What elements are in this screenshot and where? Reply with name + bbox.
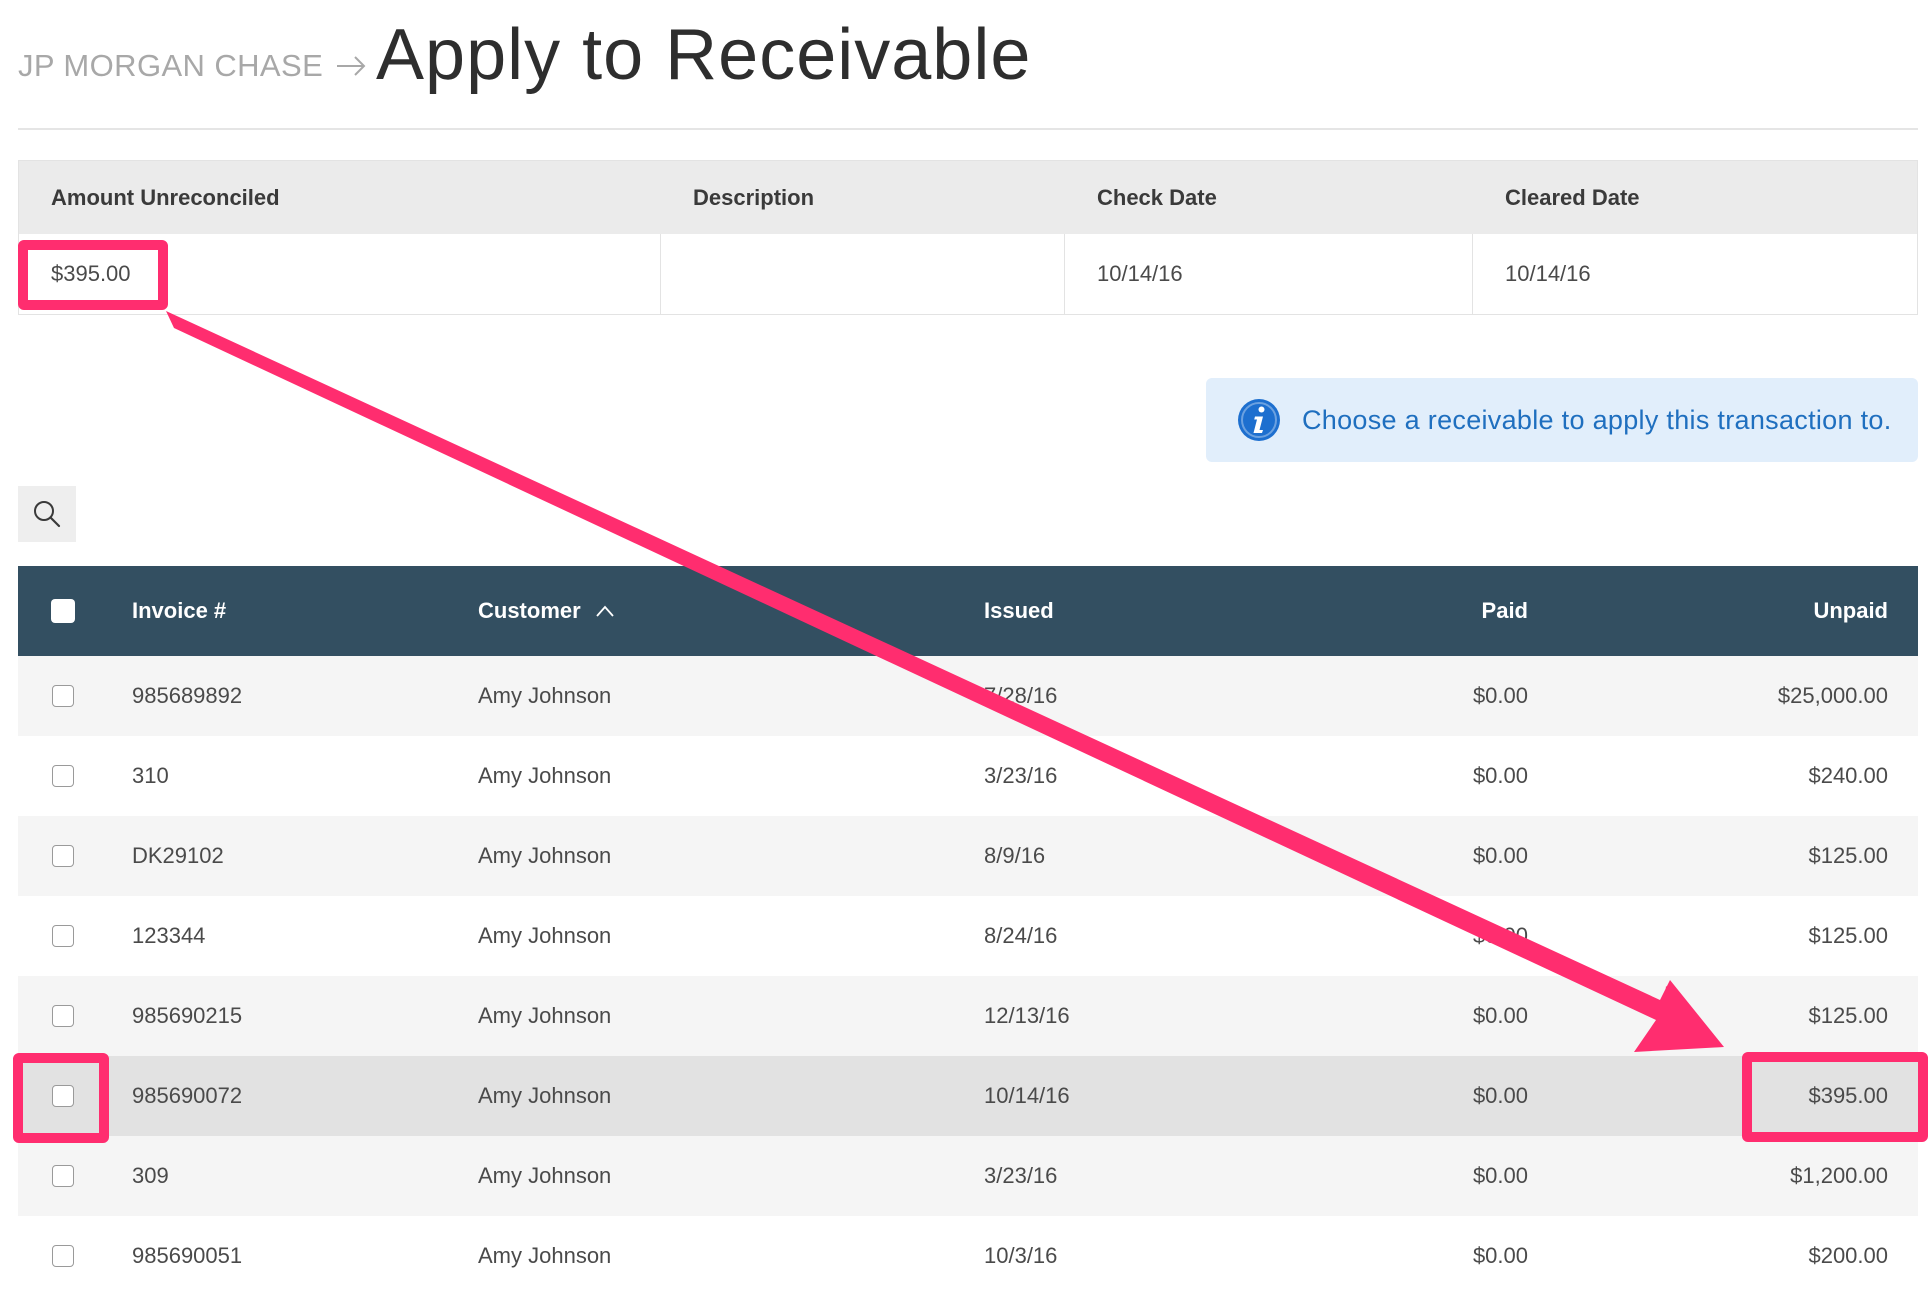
row-checkbox-cell — [48, 816, 78, 896]
unpaid-amount-cell: $240.00 — [1808, 763, 1888, 788]
paid-amount-cell: $0.00 — [1472, 923, 1528, 948]
issued-date-cell: 7/28/16 — [984, 683, 1058, 708]
header-divider — [18, 128, 1918, 130]
issued-column-header[interactable]: Issued — [984, 566, 1054, 656]
search-icon — [34, 501, 61, 528]
description-value — [661, 234, 1065, 314]
table-row[interactable]: 985690051 Amy Johnson 10/3/16 $0.00 $200.00 — [18, 1216, 1918, 1296]
issued-date-cell: 10/3/16 — [984, 1243, 1058, 1268]
issued-date-cell: 8/9/16 — [984, 843, 1046, 868]
customer-cell: Amy Johnson — [478, 1003, 612, 1028]
table-row[interactable]: 985689892 Amy Johnson 7/28/16 $0.00 $25,000.… — [18, 656, 1918, 736]
row-checkbox[interactable] — [52, 1165, 74, 1187]
invoice-number-cell: 985689892 — [132, 683, 243, 708]
issued-date-cell: 10/14/16 — [984, 1083, 1070, 1108]
invoice-number-cell: 985690215 — [132, 1003, 243, 1028]
table-row[interactable]: 123344 Amy Johnson 8/24/16 $0.00 $125.00 — [18, 896, 1918, 976]
select-all-checkbox[interactable] — [51, 599, 75, 623]
invoice-number-cell: 310 — [132, 763, 169, 788]
invoice-number-cell: DK29102 — [132, 843, 224, 868]
issued-date-cell: 12/13/16 — [984, 1003, 1070, 1028]
chevron-up-icon — [596, 605, 614, 617]
customer-column-header[interactable]: Customer — [478, 566, 615, 656]
row-checkbox-cell — [48, 896, 78, 976]
customer-cell: Amy Johnson — [478, 1243, 612, 1268]
info-banner: Choose a receivable to apply this transa… — [1206, 378, 1918, 462]
table-row[interactable]: 985690072 Amy Johnson 10/14/16 $0.00 $395.00 — [18, 1056, 1918, 1136]
unpaid-amount-cell: $125.00 — [1808, 923, 1888, 948]
description-header: Description — [693, 184, 815, 210]
invoice-column-header[interactable]: Invoice # — [132, 566, 226, 656]
customer-column-label: Customer — [478, 598, 581, 623]
paid-column-header[interactable]: Paid — [1482, 566, 1528, 656]
select-all-checkbox-cell — [48, 566, 78, 656]
check-date-header: Check Date — [1097, 184, 1217, 210]
info-message: Choose a receivable to apply this transa… — [1302, 404, 1892, 435]
issued-date-cell: 3/23/16 — [984, 763, 1058, 788]
customer-cell: Amy Johnson — [478, 843, 612, 868]
row-checkbox[interactable] — [52, 1085, 74, 1107]
page-title: Apply to Receivable — [376, 15, 1032, 95]
invoice-number-cell: 985690072 — [132, 1083, 243, 1108]
search-button[interactable] — [18, 486, 76, 542]
customer-cell: Amy Johnson — [478, 683, 612, 708]
breadcrumb-bank-link[interactable]: JP MORGAN CHASE — [18, 48, 323, 84]
invoice-grid: Invoice # Customer Issued Paid Unpaid 98… — [18, 566, 1918, 1296]
paid-amount-cell: $0.00 — [1472, 843, 1528, 868]
arrow-right-icon — [337, 56, 366, 76]
unpaid-amount-cell: $200.00 — [1808, 1243, 1888, 1268]
row-checkbox-cell — [48, 976, 78, 1056]
paid-amount-cell: $0.00 — [1472, 1003, 1528, 1028]
row-checkbox[interactable] — [52, 1245, 74, 1267]
table-row[interactable]: DK29102 Amy Johnson 8/9/16 $0.00 $125.00 — [18, 816, 1918, 896]
row-checkbox-cell — [48, 1136, 78, 1216]
row-checkbox[interactable] — [52, 685, 74, 707]
table-row[interactable]: 985690215 Amy Johnson 12/13/16 $0.00 $125.00 — [18, 976, 1918, 1056]
paid-amount-cell: $0.00 — [1472, 1243, 1528, 1268]
transaction-header-row: Amount Unreconciled Description Check Da… — [19, 161, 1917, 234]
paid-amount-cell: $0.00 — [1472, 1163, 1528, 1188]
row-checkbox[interactable] — [52, 765, 74, 787]
unpaid-amount-cell: $395.00 — [1808, 1083, 1888, 1108]
invoice-number-cell: 985690051 — [132, 1243, 243, 1268]
amount-unreconciled-value: $395.00 — [19, 234, 661, 314]
info-icon — [1238, 399, 1280, 441]
transaction-summary-table: Amount Unreconciled Description Check Da… — [18, 160, 1918, 315]
row-checkbox[interactable] — [52, 1005, 74, 1027]
invoice-number-cell: 309 — [132, 1163, 169, 1188]
customer-cell: Amy Johnson — [478, 923, 612, 948]
paid-amount-cell: $0.00 — [1472, 1083, 1528, 1108]
unpaid-amount-cell: $125.00 — [1808, 1003, 1888, 1028]
customer-cell: Amy Johnson — [478, 763, 612, 788]
issued-date-cell: 3/23/16 — [984, 1163, 1058, 1188]
check-date-value: 10/14/16 — [1065, 234, 1473, 314]
cleared-date-header: Cleared Date — [1505, 184, 1640, 210]
grid-body: 985689892 Amy Johnson 7/28/16 $0.00 $25,000.… — [18, 656, 1918, 1296]
row-checkbox-cell — [48, 736, 78, 816]
unpaid-amount-cell: $25,000.00 — [1777, 683, 1888, 708]
table-row[interactable]: 309 Amy Johnson 3/23/16 $0.00 $1,200.00 — [18, 1136, 1918, 1216]
paid-amount-cell: $0.00 — [1472, 683, 1528, 708]
unpaid-amount-cell: $125.00 — [1808, 843, 1888, 868]
issued-date-cell: 8/24/16 — [984, 923, 1058, 948]
amount-unreconciled-header: Amount Unreconciled — [51, 184, 280, 210]
grid-header-row: Invoice # Customer Issued Paid Unpaid — [18, 566, 1918, 656]
row-checkbox[interactable] — [52, 845, 74, 867]
row-checkbox[interactable] — [52, 925, 74, 947]
table-row[interactable]: 310 Amy Johnson 3/23/16 $0.00 $240.00 — [18, 736, 1918, 816]
row-checkbox-cell — [48, 1056, 78, 1136]
customer-cell: Amy Johnson — [478, 1163, 612, 1188]
unpaid-amount-cell: $1,200.00 — [1790, 1163, 1888, 1188]
breadcrumb: JP MORGAN CHASE — [18, 48, 367, 84]
paid-amount-cell: $0.00 — [1472, 763, 1528, 788]
invoice-number-cell: 123344 — [132, 923, 206, 948]
customer-cell: Amy Johnson — [478, 1083, 612, 1108]
row-checkbox-cell — [48, 1216, 78, 1296]
cleared-date-value: 10/14/16 — [1505, 261, 1591, 286]
row-checkbox-cell — [48, 656, 78, 736]
transaction-row: $395.00 10/14/16 10/14/16 — [19, 234, 1917, 314]
unpaid-column-header[interactable]: Unpaid — [1813, 566, 1888, 656]
